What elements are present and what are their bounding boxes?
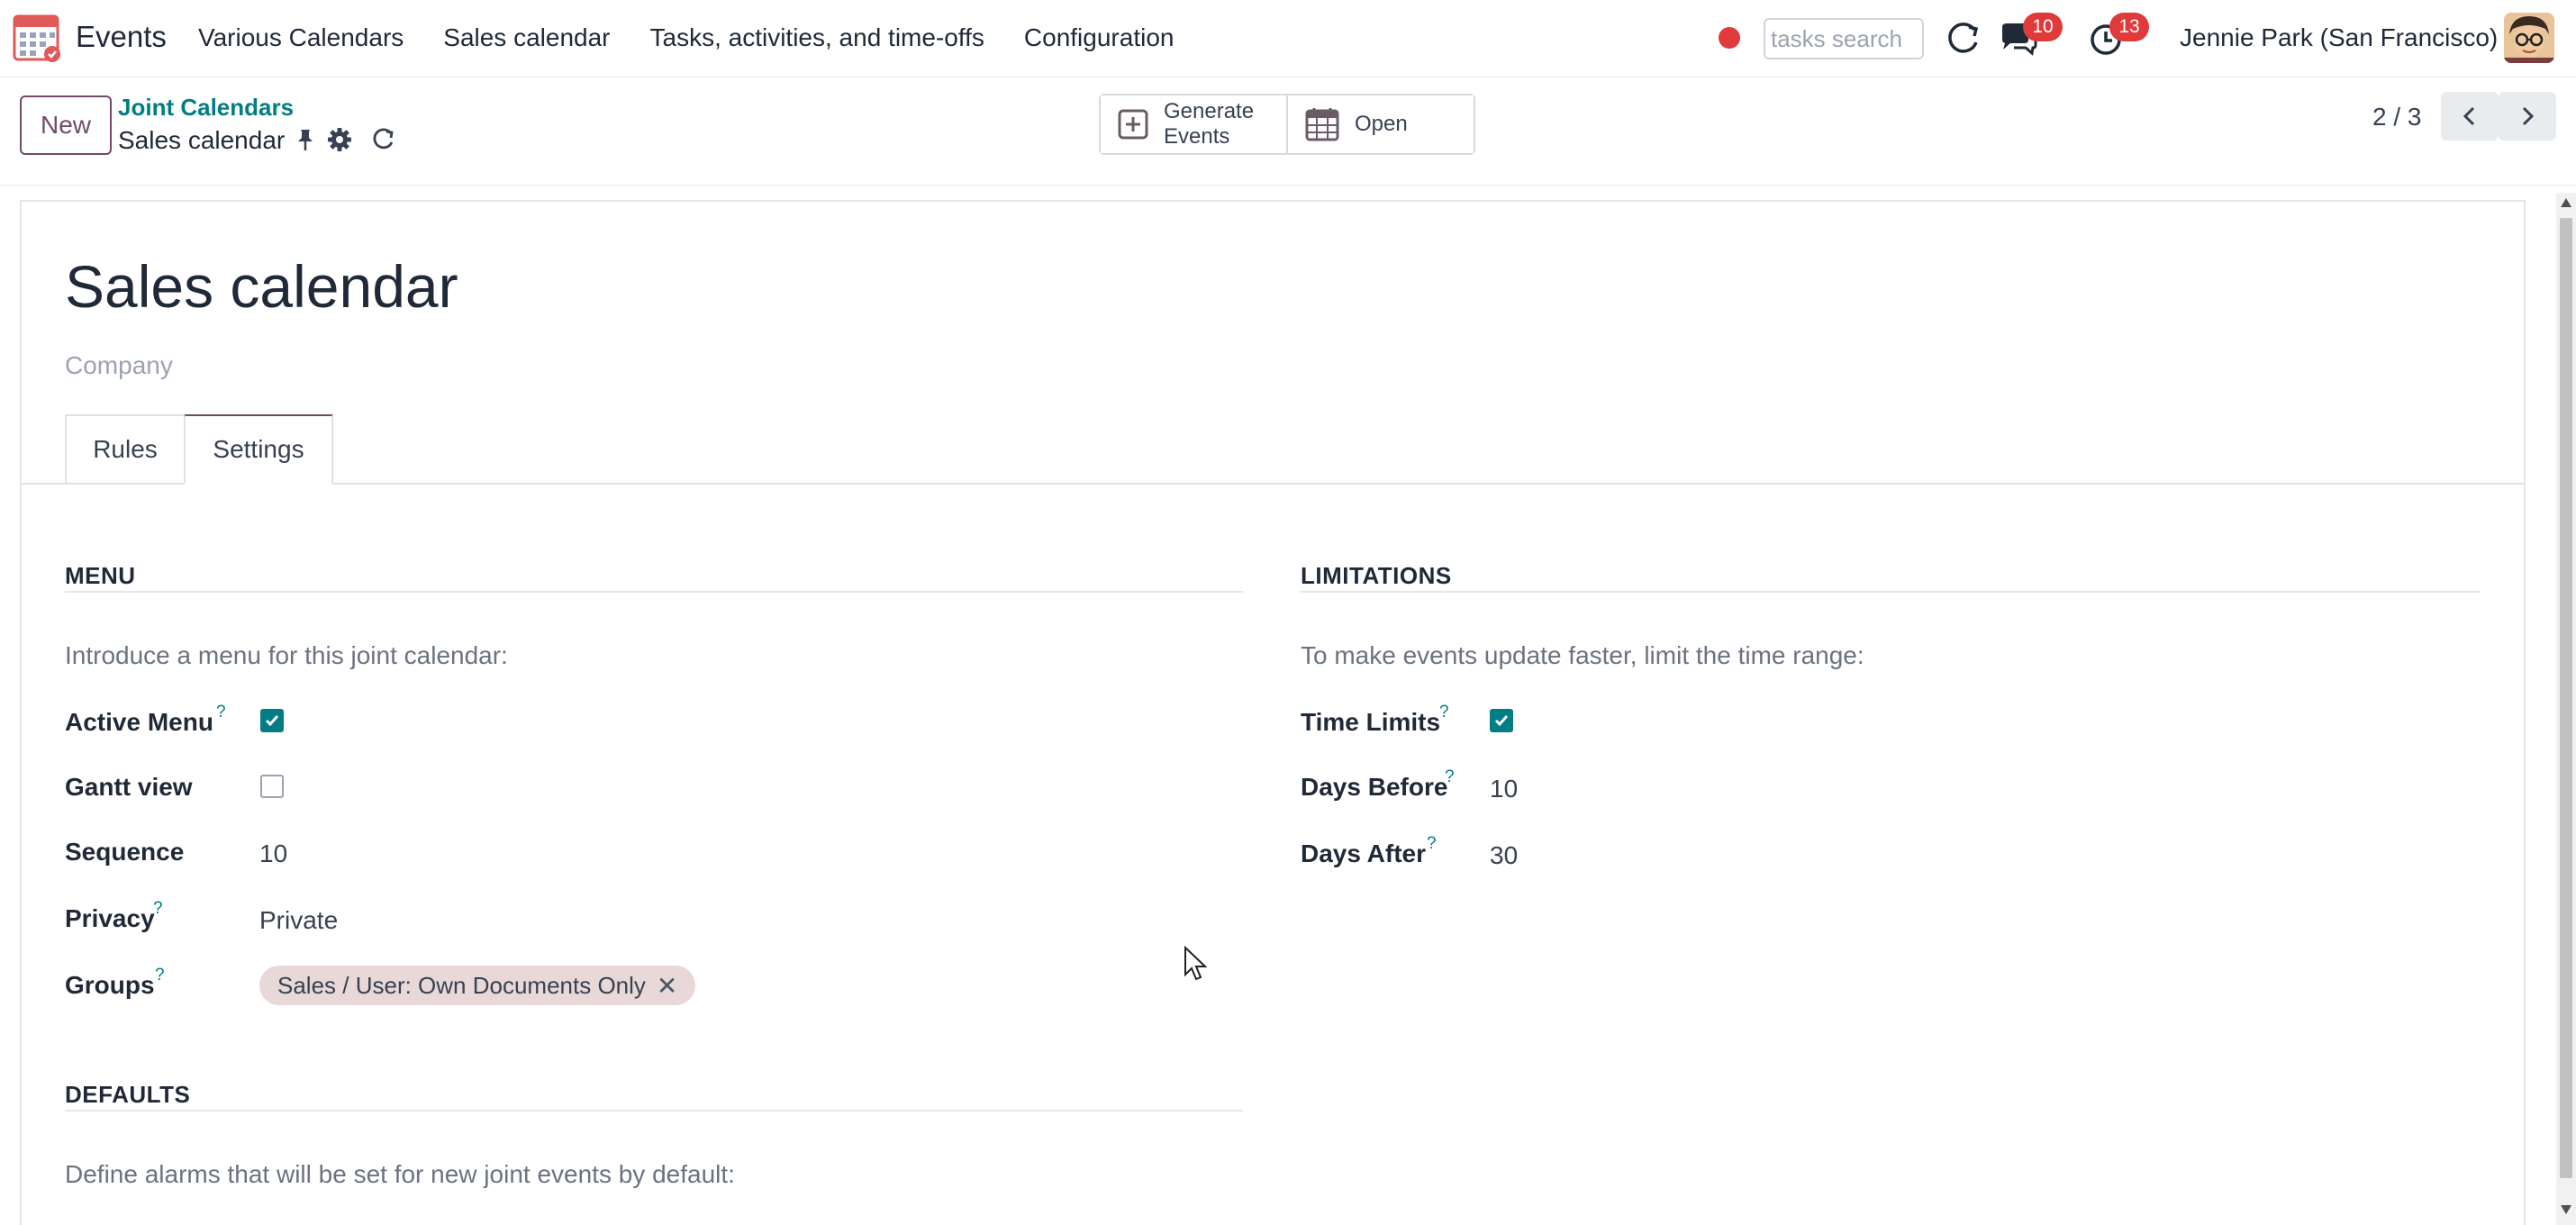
chevron-right-icon	[2522, 106, 2535, 126]
time-limits-label: Time Limits	[1301, 708, 1441, 736]
main-menu: Various Calendars Sales calendar Tasks, …	[198, 23, 1213, 52]
user-menu[interactable]: Jennie Park (San Francisco)	[2180, 23, 2498, 52]
app-name[interactable]: Events	[76, 20, 167, 54]
sequence-label: Sequence	[65, 838, 185, 866]
tab-rules[interactable]: Rules	[65, 414, 186, 485]
generate-events-label-1: Generate	[1164, 99, 1255, 123]
pager-next-button[interactable]	[2499, 92, 2556, 141]
days-after-field[interactable]: 30	[1490, 841, 1518, 870]
days-before-help-icon[interactable]: ?	[1445, 767, 1455, 787]
tasks-search-input[interactable]	[1764, 18, 1924, 59]
pin-icon[interactable]	[292, 126, 319, 153]
defaults-section-divider	[65, 1110, 1243, 1112]
days-after-help-icon[interactable]: ?	[1427, 834, 1437, 854]
gantt-view-label: Gantt view	[65, 773, 193, 801]
refresh-icon[interactable]	[369, 126, 396, 153]
generate-events-button[interactable]: Generate Events	[1101, 95, 1286, 153]
calendar-icon	[1305, 108, 1339, 141]
groups-help-icon[interactable]: ?	[155, 966, 165, 985]
scrollbar[interactable]	[2556, 193, 2576, 1225]
avatar[interactable]	[2504, 13, 2554, 63]
privacy-help-icon[interactable]: ?	[153, 899, 163, 919]
menu-item-tasks-activities[interactable]: Tasks, activities, and time-offs	[650, 23, 984, 52]
pager-previous-button[interactable]	[2441, 92, 2499, 141]
company-field[interactable]: Company	[65, 351, 173, 380]
sequence-field[interactable]: 10	[259, 839, 287, 868]
messages-badge: 10	[2023, 13, 2063, 41]
limitations-section-description: To make events update faster, limit the …	[1301, 641, 1864, 669]
remove-tag-icon[interactable]: ✕	[657, 971, 677, 1001]
record-dot-icon[interactable]	[1719, 27, 1740, 49]
breadcrumb-parent-link[interactable]: Joint Calendars	[118, 94, 294, 122]
menu-item-configuration[interactable]: Configuration	[1024, 23, 1175, 52]
scroll-up-arrow[interactable]	[2561, 198, 2571, 207]
groups-label: Groups	[65, 971, 155, 999]
mouse-cursor-icon	[1184, 945, 1209, 988]
gear-icon[interactable]	[326, 126, 353, 153]
breadcrumb-current: Sales calendar	[118, 126, 286, 154]
menu-section-divider	[65, 591, 1243, 593]
days-before-label: Days Before	[1301, 773, 1448, 801]
calendar-app-icon[interactable]	[13, 13, 63, 63]
tabs-divider	[22, 483, 2524, 485]
menu-item-various-calendars[interactable]: Various Calendars	[198, 23, 404, 52]
top-navbar: Events Various Calendars Sales calendar …	[0, 0, 2576, 77]
action-buttons: Generate Events Open	[1099, 94, 1475, 155]
sync-icon[interactable]	[1942, 18, 1983, 59]
menu-section-description: Introduce a menu for this joint calendar…	[65, 641, 508, 669]
limitations-section-title: LIMITATIONS	[1301, 562, 1452, 589]
chevron-left-icon	[2463, 106, 2475, 126]
time-limits-checkbox[interactable]	[1490, 709, 1513, 732]
pager-value[interactable]: 2 / 3	[2372, 103, 2421, 132]
menu-section-title: MENU	[65, 562, 136, 589]
limitations-section-divider	[1301, 591, 2481, 593]
privacy-label: Privacy	[65, 904, 155, 932]
new-button[interactable]: New	[20, 95, 112, 155]
defaults-section-title: DEFAULTS	[65, 1081, 191, 1108]
time-limits-help-icon[interactable]: ?	[1439, 703, 1449, 722]
privacy-field[interactable]: Private	[259, 906, 338, 935]
days-before-field[interactable]: 10	[1490, 775, 1518, 803]
days-after-label: Days After	[1301, 839, 1427, 867]
plus-square-icon	[1118, 109, 1148, 140]
control-panel: New Joint Calendars Sales calendar Gener…	[0, 77, 2576, 186]
scroll-down-arrow[interactable]	[2561, 1205, 2571, 1214]
record-title[interactable]: Sales calendar	[65, 252, 458, 321]
defaults-section-description: Define alarms that will be set for new j…	[65, 1160, 735, 1188]
scrollbar-thumb[interactable]	[2560, 218, 2572, 1178]
active-menu-help-icon[interactable]: ?	[216, 703, 226, 722]
group-tag-label: Sales / User: Own Documents Only	[277, 971, 646, 999]
generate-events-label-2: Events	[1164, 124, 1230, 149]
open-label: Open	[1355, 112, 1408, 136]
menu-item-sales-calendar[interactable]: Sales calendar	[443, 23, 610, 52]
form-sheet	[20, 200, 2526, 1225]
active-menu-label: Active Menu	[65, 708, 213, 736]
active-menu-checkbox[interactable]	[260, 709, 284, 732]
activities-badge: 13	[2109, 13, 2149, 41]
tab-settings[interactable]: Settings	[184, 414, 333, 485]
gantt-view-checkbox[interactable]	[260, 775, 284, 798]
group-tag: Sales / User: Own Documents Only ✕	[259, 966, 696, 1005]
open-calendar-button[interactable]: Open	[1286, 95, 1474, 153]
